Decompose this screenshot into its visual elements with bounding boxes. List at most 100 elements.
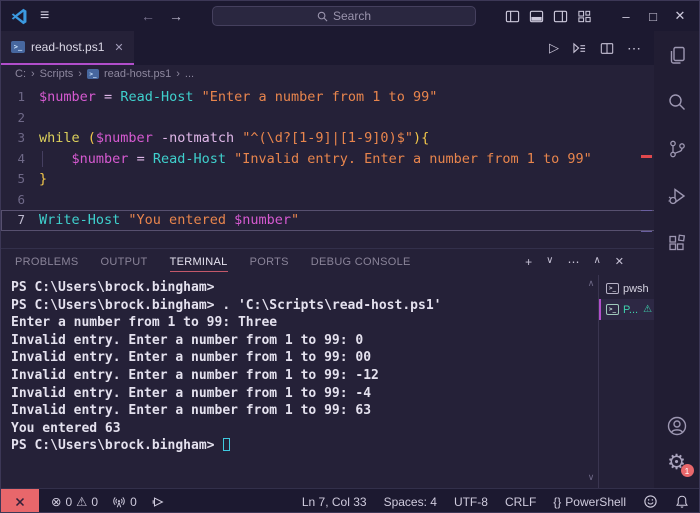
vscode-logo-icon: [11, 8, 28, 25]
search-sidebar-icon[interactable]: [665, 90, 689, 114]
overview-ruler-error-mark: [641, 155, 652, 158]
panel-tab-problems[interactable]: PROBLEMS: [15, 252, 79, 272]
feedback-icon[interactable]: [643, 494, 658, 509]
close-panel-icon[interactable]: ✕: [615, 255, 624, 269]
search-placeholder: Search: [332, 9, 372, 23]
line-number: 2: [17, 109, 25, 125]
error-count: 0: [65, 494, 73, 509]
code-line-1[interactable]: 1 $number = Read-Host "Enter a number fro…: [1, 87, 656, 108]
terminal-cursor: [223, 438, 231, 452]
toggle-sidebar-icon[interactable]: [505, 9, 520, 24]
error-icon: ⊗: [51, 495, 62, 509]
ports-tower-icon: [113, 496, 125, 507]
activity-bar: ⚙ 1: [654, 31, 699, 488]
terminal-dropdown-icon[interactable]: ∨: [546, 255, 553, 269]
launch-status-icon[interactable]: [151, 495, 165, 509]
warning-count: 0: [91, 494, 99, 509]
toggle-secondary-sidebar-icon[interactable]: [553, 9, 568, 24]
account-icon[interactable]: [665, 414, 689, 438]
eol-sequence[interactable]: CRLF: [505, 495, 536, 509]
status-bar: ⊗ 0 ⚠ 0 0 Ln 7, Col 33 Spaces: 4 UTF-8 C…: [1, 488, 699, 512]
powershell-file-icon: >_: [11, 41, 25, 53]
menu-icon[interactable]: ≡: [40, 7, 49, 25]
run-in-terminal-icon[interactable]: [572, 42, 587, 55]
terminal-line: PS C:\Users\brock.bingham>: [11, 437, 584, 455]
terminal-line: Invalid entry. Enter a number from 1 to …: [11, 385, 372, 401]
code-line-5[interactable]: 5}: [1, 169, 656, 190]
language-mode[interactable]: {} PowerShell: [553, 495, 626, 509]
line-number: 4: [17, 150, 25, 166]
panel-tab-debug-console[interactable]: DEBUG CONSOLE: [311, 252, 411, 272]
terminal-line: Enter a number from 1 to 99: Three: [11, 315, 278, 331]
terminal-line: You entered 63: [11, 420, 121, 436]
maximize-panel-icon[interactable]: ∧: [593, 255, 600, 269]
tab-label: read-host.ps1: [31, 40, 105, 54]
scroll-up-icon[interactable]: ∧: [588, 278, 595, 289]
source-control-icon[interactable]: [665, 137, 689, 161]
editor-tabbar: >_ read-host.ps1 ✕ ▷ ⋯: [1, 31, 656, 65]
terminal-list-item-pwsh[interactable]: >_ pwsh: [599, 278, 656, 299]
terminal-output[interactable]: PS C:\Users\brock.bingham> PS C:\Users\br…: [1, 275, 584, 488]
minimize-button[interactable]: –: [617, 9, 635, 24]
problems-status[interactable]: ⊗ 0 ⚠ 0: [51, 494, 99, 510]
forward-arrow-icon[interactable]: →: [169, 8, 183, 24]
scroll-down-icon[interactable]: ∨: [588, 472, 595, 483]
panel-tab-output[interactable]: OUTPUT: [101, 252, 148, 272]
terminal-powershell-icon: >_: [606, 283, 619, 294]
tab-close-icon[interactable]: ✕: [114, 41, 123, 54]
code-line-2[interactable]: 2: [1, 108, 656, 129]
terminal-list-label: P...: [623, 303, 639, 316]
ports-status[interactable]: 0: [112, 495, 137, 509]
indent-guide: [42, 150, 43, 167]
run-debug-icon[interactable]: [665, 184, 689, 208]
cursor-position[interactable]: Ln 7, Col 33: [302, 495, 367, 509]
customize-layout-icon[interactable]: [577, 9, 592, 24]
terminal-list-item-p[interactable]: >_ P... ⚠: [599, 299, 656, 320]
search-input[interactable]: Search: [212, 6, 476, 26]
code-line-3[interactable]: 3 while ($number -notmatch "^(\d?[1-9]|[1…: [1, 128, 656, 149]
code-line-7[interactable]: 7 Write-Host "You entered $number": [1, 210, 656, 231]
close-button[interactable]: ✕: [671, 8, 689, 24]
code-line-6[interactable]: 6: [1, 190, 656, 211]
new-terminal-icon[interactable]: +: [525, 255, 532, 269]
more-actions-icon[interactable]: ⋯: [627, 40, 642, 57]
panel-tab-terminal[interactable]: TERMINAL: [169, 252, 228, 272]
terminal-list-label: pwsh: [623, 282, 649, 295]
relaunch-warning-icon: ⚠: [643, 304, 653, 315]
ports-count: 0: [130, 494, 137, 509]
language-label: PowerShell: [565, 494, 626, 509]
panel-more-icon[interactable]: ⋯: [567, 255, 579, 269]
back-arrow-icon[interactable]: ←: [141, 8, 155, 24]
breadcrumb: C: › Scripts › >_ read-host.ps1 › ...: [1, 65, 656, 83]
titlebar: ≡ ← → Search – □ ✕: [1, 1, 699, 31]
remote-icon: [15, 497, 25, 506]
breadcrumb-more[interactable]: ...: [185, 68, 194, 80]
run-button[interactable]: ▷: [549, 40, 559, 56]
breadcrumb-file[interactable]: read-host.ps1: [104, 68, 171, 80]
terminal-panel: PS C:\Users\brock.bingham> PS C:\Users\br…: [1, 275, 656, 488]
panel-tab-ports[interactable]: PORTS: [250, 252, 289, 272]
code-line-4[interactable]: 4 $number = Read-Host "Invalid entry. En…: [1, 149, 656, 170]
terminal-line: Invalid entry. Enter a number from 1 to …: [11, 367, 379, 383]
search-icon: [317, 11, 328, 21]
terminal-scrollbar[interactable]: ∧ ∨: [584, 275, 598, 488]
settings-gear-icon[interactable]: ⚙ 1: [665, 450, 694, 477]
indentation[interactable]: Spaces: 4: [384, 495, 437, 509]
line-number: 3: [17, 130, 25, 145]
tab-read-host[interactable]: >_ read-host.ps1 ✕: [1, 31, 134, 65]
code-editor[interactable]: 1 $number = Read-Host "Enter a number fro…: [1, 83, 656, 248]
maximize-button[interactable]: □: [644, 9, 662, 24]
chevron-right-icon: ›: [31, 68, 35, 80]
remote-indicator[interactable]: [1, 489, 39, 512]
breadcrumb-drive[interactable]: C:: [15, 68, 26, 80]
encoding[interactable]: UTF-8: [454, 495, 488, 509]
braces-icon: {}: [553, 494, 562, 509]
toggle-panel-icon[interactable]: [529, 9, 544, 24]
breadcrumb-folder[interactable]: Scripts: [40, 68, 74, 80]
terminal-line: Invalid entry. Enter a number from 1 to …: [11, 332, 364, 348]
extensions-icon[interactable]: [665, 231, 689, 255]
explorer-icon[interactable]: [665, 43, 689, 67]
split-editor-icon[interactable]: [600, 42, 614, 55]
line-number: 5: [17, 171, 25, 186]
notifications-bell-icon[interactable]: [675, 494, 689, 509]
